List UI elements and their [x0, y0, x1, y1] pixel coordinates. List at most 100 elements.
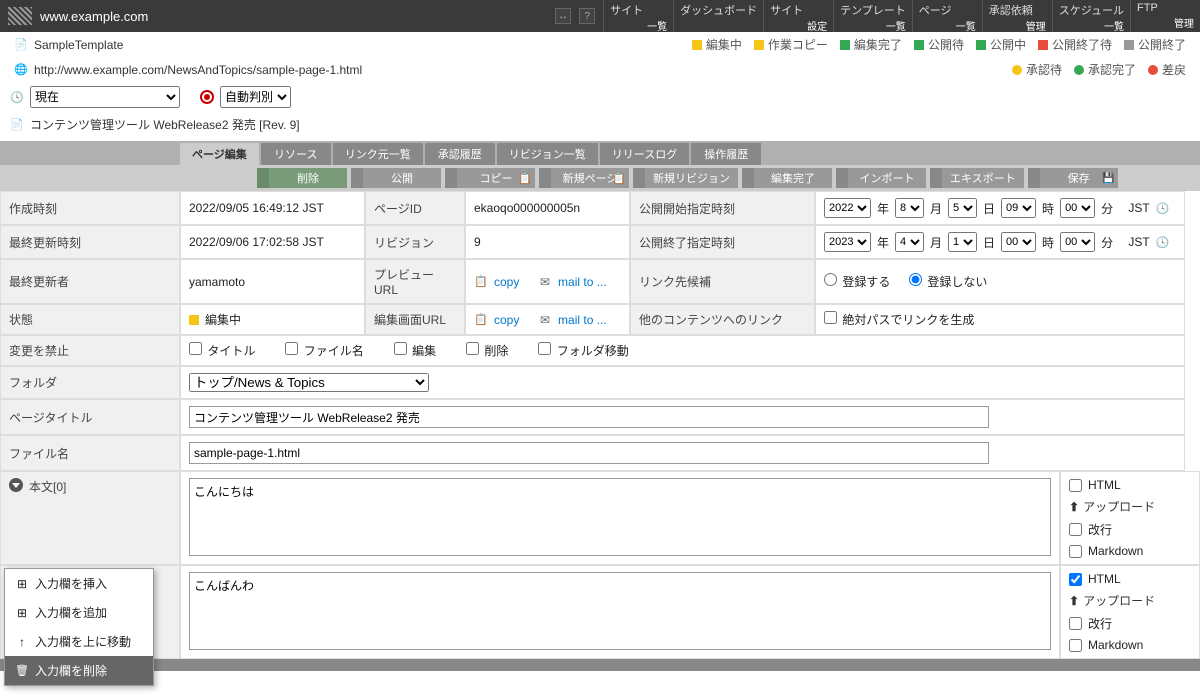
site-url: www.example.com	[40, 9, 148, 24]
pubstart-label: 公開開始指定時刻	[630, 191, 815, 225]
ctx-item[interactable]: 入力欄を削除	[5, 656, 153, 685]
topnav-item[interactable]: ページ一覧	[912, 0, 982, 32]
mail-icon[interactable]	[538, 313, 552, 327]
body-field: 本文[0]こんにちは HTML アップロード 改行 Markdown	[0, 471, 1200, 565]
pagetitle-input[interactable]	[189, 406, 989, 428]
ctx-item[interactable]: 入力欄を挿入	[5, 569, 153, 598]
folder-select[interactable]: トップ/News & Topics	[189, 373, 429, 392]
tab[interactable]: リリースログ	[600, 143, 689, 165]
start-hour[interactable]: 09	[1001, 198, 1036, 218]
editdone-button[interactable]: 編集完了	[742, 168, 832, 188]
swap-icon[interactable]	[555, 8, 571, 24]
help-icon[interactable]	[579, 8, 595, 24]
body-side-opts: HTML アップロード 改行 Markdown	[1060, 565, 1200, 659]
tab[interactable]: ページ編集	[180, 143, 259, 165]
chevron-down-icon[interactable]	[9, 478, 23, 492]
md-check[interactable]: Markdown	[1069, 638, 1143, 652]
end-day[interactable]: 1	[948, 232, 977, 252]
publish-button[interactable]: 公開	[351, 168, 441, 188]
copy-icon	[518, 172, 532, 185]
tab[interactable]: リビジョン一覧	[497, 143, 598, 165]
action-bar: 削除 公開 コピー 新規ページ 新規リビジョン 編集完了 インポート エキスポー…	[0, 165, 1200, 191]
newrev-button[interactable]: 新規リビジョン	[633, 168, 738, 188]
lock-file[interactable]: ファイル名	[285, 342, 363, 359]
body-label[interactable]: 本文[0]	[0, 471, 180, 565]
topnav-item[interactable]: スケジュール一覧	[1052, 0, 1130, 32]
mail-link[interactable]: mail to ...	[558, 275, 607, 289]
upload-icon	[1069, 594, 1079, 608]
doc-icon	[10, 118, 24, 132]
mail-icon[interactable]	[538, 275, 552, 289]
updater-label: 最終更新者	[0, 259, 180, 304]
import-button[interactable]: インポート	[836, 168, 926, 188]
topnav-item[interactable]: テンプレート一覧	[833, 0, 912, 32]
tab[interactable]: 操作履歴	[691, 143, 761, 165]
upload-button[interactable]: アップロード	[1069, 592, 1155, 609]
body-textarea[interactable]: こんにちは	[189, 478, 1051, 556]
pubend-label: 公開終了指定時刻	[630, 225, 815, 259]
clock-icon[interactable]	[1156, 201, 1170, 215]
copy-icon[interactable]	[474, 275, 488, 289]
newpage-button[interactable]: 新規ページ	[539, 168, 629, 188]
body-textarea[interactable]: こんばんわ	[189, 572, 1051, 650]
ctx-item[interactable]: 入力欄を上に移動	[5, 627, 153, 656]
otherlink-value: 絶対パスでリンクを生成	[815, 304, 1185, 335]
tab[interactable]: リソース	[261, 143, 331, 165]
record-icon[interactable]	[200, 90, 214, 104]
lock-del[interactable]: 削除	[466, 342, 508, 359]
top-bar: www.example.com サイト一覧ダッシュボードサイト設定テンプレート一…	[0, 0, 1200, 32]
end-min[interactable]: 00	[1060, 232, 1095, 252]
lock-title[interactable]: タイトル	[189, 342, 255, 359]
start-year[interactable]: 2022	[824, 198, 871, 218]
html-check[interactable]: HTML	[1069, 478, 1121, 492]
md-check[interactable]: Markdown	[1069, 544, 1143, 558]
copy-link[interactable]: copy	[494, 313, 519, 327]
topnav-item[interactable]: 承認依頼管理	[982, 0, 1052, 32]
export-button[interactable]: エキスポート	[930, 168, 1024, 188]
reg-yes[interactable]: 登録する	[824, 273, 890, 290]
lock-folder[interactable]: フォルダ移動	[538, 342, 628, 359]
template-name: SampleTemplate	[34, 38, 123, 52]
tab[interactable]: 承認履歴	[425, 143, 495, 165]
legend-item: 公開終了	[1124, 36, 1186, 53]
page-url: http://www.example.com/NewsAndTopics/sam…	[34, 63, 362, 77]
topnav-item[interactable]: サイト一覧	[603, 0, 673, 32]
pageid-value: ekaoqo000000005n	[465, 191, 630, 225]
topnav-item[interactable]: FTP管理	[1130, 0, 1200, 32]
wrap-check[interactable]: 改行	[1069, 521, 1112, 538]
status-legend-1: SampleTemplate 編集中作業コピー編集完了公開待公開中公開終了待公開…	[0, 32, 1200, 57]
filename-input[interactable]	[189, 442, 989, 464]
html-check[interactable]: HTML	[1069, 572, 1121, 586]
copy-button[interactable]: コピー	[445, 168, 535, 188]
lock-edit[interactable]: 編集	[394, 342, 436, 359]
end-month[interactable]: 4	[895, 232, 924, 252]
tabs-wrap: ページ編集リソースリンク元一覧承認履歴リビジョン一覧リリースログ操作履歴 削除 …	[0, 141, 1200, 191]
mail-link[interactable]: mail to ...	[558, 313, 607, 327]
ctx-item[interactable]: 入力欄を追加	[5, 598, 153, 627]
upload-button[interactable]: アップロード	[1069, 498, 1155, 515]
start-min[interactable]: 00	[1060, 198, 1095, 218]
topnav-item[interactable]: サイト設定	[763, 0, 833, 32]
time-select[interactable]: 現在	[30, 86, 180, 108]
topnav-item[interactable]: ダッシュボード	[673, 0, 763, 32]
reg-no[interactable]: 登録しない	[909, 273, 987, 290]
pageid-label: ページID	[365, 191, 465, 225]
copy-icon[interactable]	[474, 313, 488, 327]
clock-icon[interactable]	[1156, 235, 1170, 249]
state-label: 状態	[0, 304, 180, 335]
preview-value: copy mail to ...	[465, 259, 630, 304]
lock-label: 変更を禁止	[0, 335, 180, 366]
delete-button[interactable]: 削除	[257, 168, 347, 188]
start-day[interactable]: 5	[948, 198, 977, 218]
start-month[interactable]: 8	[895, 198, 924, 218]
clock-icon	[10, 90, 24, 104]
end-hour[interactable]: 00	[1001, 232, 1036, 252]
save-button[interactable]: 保存💾	[1028, 168, 1118, 188]
encoding-select[interactable]: 自動判別	[220, 86, 291, 108]
end-year[interactable]: 2023	[824, 232, 871, 252]
filename-label: ファイル名	[0, 435, 180, 471]
tab[interactable]: リンク元一覧	[333, 143, 423, 165]
wrap-check[interactable]: 改行	[1069, 615, 1112, 632]
copy-link[interactable]: copy	[494, 275, 519, 289]
abspath-check[interactable]: 絶対パスでリンクを生成	[824, 311, 974, 328]
